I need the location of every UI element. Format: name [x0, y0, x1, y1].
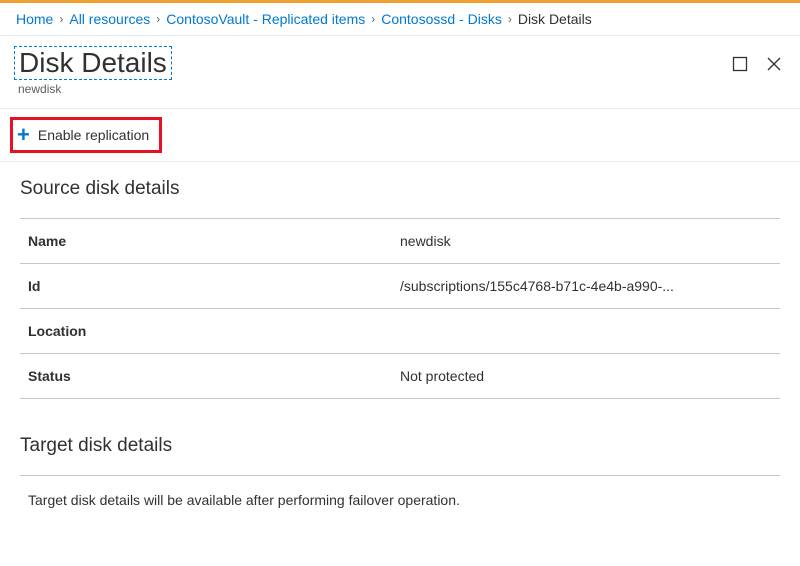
plus-icon: + [17, 124, 30, 146]
breadcrumb: Home › All resources › ContosoVault - Re… [0, 3, 800, 36]
detail-row-status: Status Not protected [20, 354, 780, 399]
source-details-heading: Source disk details [20, 178, 780, 200]
detail-label: Name [20, 233, 400, 249]
chevron-right-icon: › [59, 12, 63, 26]
enable-replication-button[interactable]: + Enable replication [10, 117, 162, 153]
detail-label: Id [20, 278, 400, 294]
breadcrumb-disks[interactable]: Contosossd - Disks [381, 11, 502, 27]
breadcrumb-home[interactable]: Home [16, 11, 53, 27]
blade-content: Source disk details Name newdisk Id /sub… [0, 162, 800, 524]
breadcrumb-vault[interactable]: ContosoVault - Replicated items [166, 11, 365, 27]
chevron-right-icon: › [508, 12, 512, 26]
detail-label: Location [20, 323, 400, 339]
detail-value: newdisk [400, 233, 780, 249]
breadcrumb-current: Disk Details [518, 11, 592, 27]
target-details-message: Target disk details will be available af… [20, 475, 780, 508]
chevron-right-icon: › [371, 12, 375, 26]
detail-row-name: Name newdisk [20, 219, 780, 264]
command-bar: + Enable replication [0, 109, 800, 162]
detail-value [400, 323, 780, 339]
detail-value: /subscriptions/155c4768-b71c-4e4b-a990-.… [400, 278, 780, 294]
detail-row-location: Location [20, 309, 780, 354]
page-title: Disk Details [14, 46, 172, 80]
page-subtitle: newdisk [18, 82, 732, 96]
detail-row-id: Id /subscriptions/155c4768-b71c-4e4b-a99… [20, 264, 780, 309]
detail-value: Not protected [400, 368, 780, 384]
chevron-right-icon: › [156, 12, 160, 26]
blade-header: Disk Details newdisk [0, 36, 800, 109]
source-details-table: Name newdisk Id /subscriptions/155c4768-… [20, 218, 780, 399]
detail-label: Status [20, 368, 400, 384]
enable-replication-label: Enable replication [38, 127, 149, 143]
breadcrumb-all-resources[interactable]: All resources [69, 11, 150, 27]
restore-window-icon[interactable] [732, 56, 748, 72]
close-icon[interactable] [766, 56, 782, 72]
target-details-heading: Target disk details [20, 435, 780, 457]
